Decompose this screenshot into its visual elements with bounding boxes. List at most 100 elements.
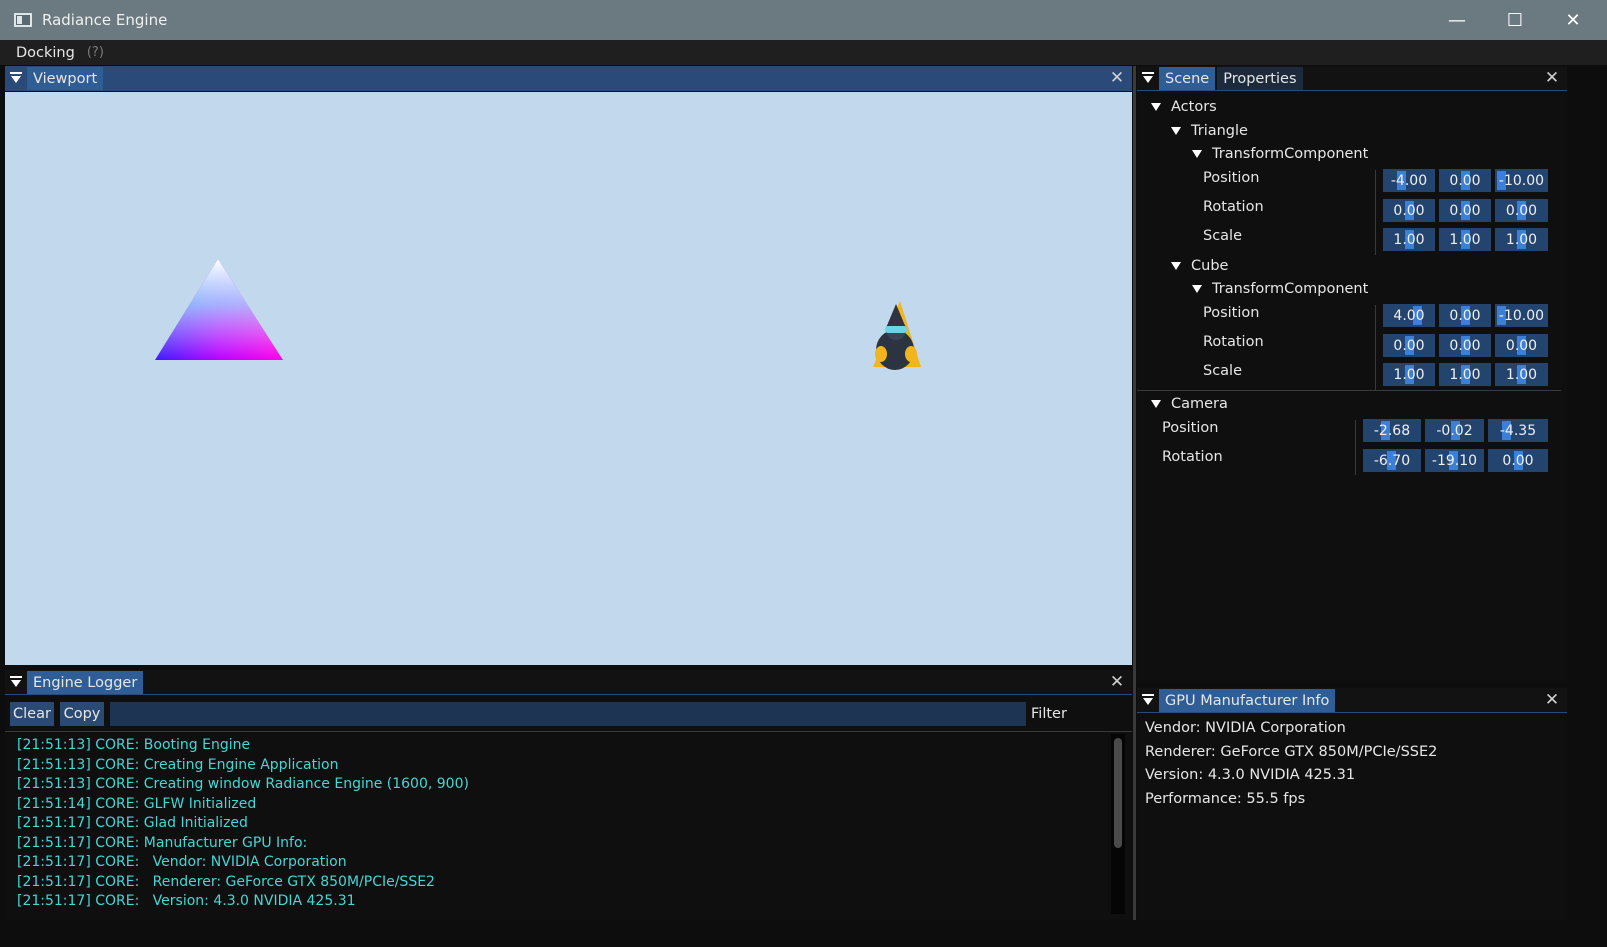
cube-position-x[interactable]: 4.00 xyxy=(1383,304,1435,327)
tree-node-triangle[interactable]: Triangle xyxy=(1171,123,1248,139)
app-icon xyxy=(14,13,32,27)
dock-menu-icon[interactable] xyxy=(5,65,27,90)
camera-rotation-z[interactable]: 0.00 xyxy=(1488,449,1548,472)
label-scale: Scale xyxy=(1203,228,1243,244)
tree-node-triangle-transform[interactable]: TransformComponent xyxy=(1192,146,1368,162)
triangle-position-z[interactable]: -10.00 xyxy=(1495,169,1548,192)
cube-scale-x[interactable]: 1.00 xyxy=(1383,363,1435,386)
close-icon[interactable]: ✕ xyxy=(1543,691,1561,709)
label-position: Position xyxy=(1162,420,1219,436)
copy-button[interactable]: Copy xyxy=(60,702,104,726)
dock-splitter[interactable] xyxy=(1133,66,1136,920)
tree-node-cube-transform[interactable]: TransformComponent xyxy=(1192,281,1368,297)
expand-arrow-icon xyxy=(1171,262,1181,270)
gpu-version: Version: 4.3.0 NVIDIA 425.31 xyxy=(1145,767,1356,783)
camera-rotation-x[interactable]: -6.70 xyxy=(1363,449,1421,472)
label-rotation: Rotation xyxy=(1203,199,1264,215)
cube-actor xyxy=(873,301,921,370)
clear-button[interactable]: Clear xyxy=(10,702,54,726)
camera-position-x[interactable]: -2.68 xyxy=(1363,419,1421,442)
expand-arrow-icon xyxy=(1192,150,1202,158)
menu-docking[interactable]: Docking xyxy=(16,45,75,61)
close-icon[interactable]: ✕ xyxy=(1108,673,1126,691)
camera-position-y[interactable]: -0.02 xyxy=(1425,419,1484,442)
logger-panel: Engine Logger ✕ Clear Copy Filter [21:51… xyxy=(5,670,1132,920)
cube-rotation-y[interactable]: 0.00 xyxy=(1439,334,1491,357)
camera-position-z[interactable]: -4.35 xyxy=(1488,419,1548,442)
expand-arrow-icon xyxy=(1171,127,1181,135)
label-rotation: Rotation xyxy=(1203,334,1264,350)
triangle-scale-z[interactable]: 1.00 xyxy=(1495,228,1548,251)
separator xyxy=(1137,390,1561,391)
column-separator xyxy=(1375,305,1376,390)
triangle-actor xyxy=(155,259,283,360)
cube-rotation-x[interactable]: 0.00 xyxy=(1383,334,1435,357)
dock-menu-icon[interactable] xyxy=(1137,687,1159,712)
scene-header: Scene Properties ✕ xyxy=(1137,66,1567,91)
log-line: [21:51:17] CORE: Manufacturer GPU Info: xyxy=(17,835,308,851)
camera-rotation-y[interactable]: -19.10 xyxy=(1425,449,1484,472)
log-line: [21:51:17] CORE: Vendor: NVIDIA Corporat… xyxy=(17,854,347,870)
triangle-position-x[interactable]: -4.00 xyxy=(1383,169,1435,192)
separator xyxy=(5,731,1132,732)
dock-menu-icon[interactable] xyxy=(1137,65,1159,90)
log-scrollbar[interactable] xyxy=(1111,734,1125,914)
expand-arrow-icon xyxy=(1151,400,1161,408)
tree-node-cube[interactable]: Cube xyxy=(1171,258,1228,274)
filter-label: Filter xyxy=(1031,706,1067,722)
cube-scale-z[interactable]: 1.00 xyxy=(1495,363,1548,386)
logger-header: Engine Logger ✕ xyxy=(5,670,1132,695)
expand-arrow-icon xyxy=(1151,103,1161,111)
scene-render xyxy=(155,259,921,370)
label-rotation: Rotation xyxy=(1162,449,1223,465)
menu-bar: Docking (?) xyxy=(0,40,1607,65)
tab-viewport[interactable]: Viewport xyxy=(27,67,104,90)
gpu-info-header: GPU Manufacturer Info ✕ xyxy=(1137,688,1567,713)
triangle-rotation-y[interactable]: 0.00 xyxy=(1439,199,1491,222)
log-line: [21:51:17] CORE: Renderer: GeForce GTX 8… xyxy=(17,874,435,890)
cube-position-z[interactable]: -10.00 xyxy=(1495,304,1548,327)
column-separator xyxy=(1375,170,1376,255)
log-line: [21:51:14] CORE: GLFW Initialized xyxy=(17,796,257,812)
label-position: Position xyxy=(1203,305,1260,321)
triangle-rotation-z[interactable]: 0.00 xyxy=(1495,199,1548,222)
gpu-info-panel: GPU Manufacturer Info ✕ Vendor: NVIDIA C… xyxy=(1137,688,1567,920)
label-position: Position xyxy=(1203,170,1260,186)
maximize-button[interactable]: ☐ xyxy=(1486,0,1544,40)
triangle-scale-y[interactable]: 1.00 xyxy=(1439,228,1491,251)
close-icon[interactable]: ✕ xyxy=(1108,69,1126,87)
log-line: [21:51:13] CORE: Creating window Radianc… xyxy=(17,776,469,792)
gpu-vendor: Vendor: NVIDIA Corporation xyxy=(1145,720,1346,736)
window-title: Radiance Engine xyxy=(42,11,168,29)
expand-arrow-icon xyxy=(1192,285,1202,293)
log-line: [21:51:13] CORE: Creating Engine Applica… xyxy=(17,757,339,773)
log-line: [21:51:17] CORE: Version: 4.3.0 NVIDIA 4… xyxy=(17,893,356,909)
gpu-performance: Performance: 55.5 fps xyxy=(1145,791,1306,807)
triangle-scale-x[interactable]: 1.00 xyxy=(1383,228,1435,251)
cube-position-y[interactable]: 0.00 xyxy=(1439,304,1491,327)
dock-menu-icon[interactable] xyxy=(5,669,27,694)
close-window-button[interactable]: ✕ xyxy=(1544,0,1602,40)
tab-engine-logger[interactable]: Engine Logger xyxy=(27,671,144,694)
log-line: [21:51:13] CORE: Booting Engine xyxy=(17,737,251,753)
tab-gpu-info[interactable]: GPU Manufacturer Info xyxy=(1159,689,1336,712)
tree-node-camera[interactable]: Camera xyxy=(1151,396,1228,412)
close-icon[interactable]: ✕ xyxy=(1543,69,1561,87)
minimize-button[interactable]: — xyxy=(1428,0,1486,40)
scene-panel: Scene Properties ✕ Actors Triangle Trans… xyxy=(1137,66,1567,683)
cube-rotation-z[interactable]: 0.00 xyxy=(1495,334,1548,357)
tree-node-actors[interactable]: Actors xyxy=(1151,99,1217,115)
menu-help[interactable]: (?) xyxy=(87,45,104,60)
tab-scene[interactable]: Scene xyxy=(1159,67,1216,90)
cube-scale-y[interactable]: 1.00 xyxy=(1439,363,1491,386)
viewport-canvas[interactable] xyxy=(5,92,1132,665)
triangle-position-y[interactable]: 0.00 xyxy=(1439,169,1491,192)
scrollbar-thumb[interactable] xyxy=(1114,738,1122,848)
label-scale: Scale xyxy=(1203,363,1243,379)
tab-properties[interactable]: Properties xyxy=(1217,67,1303,90)
column-separator xyxy=(1355,420,1356,475)
viewport-header: Viewport ✕ xyxy=(5,66,1132,91)
triangle-rotation-x[interactable]: 0.00 xyxy=(1383,199,1435,222)
gpu-renderer: Renderer: GeForce GTX 850M/PCIe/SSE2 xyxy=(1145,744,1438,760)
filter-input[interactable] xyxy=(110,702,1026,726)
